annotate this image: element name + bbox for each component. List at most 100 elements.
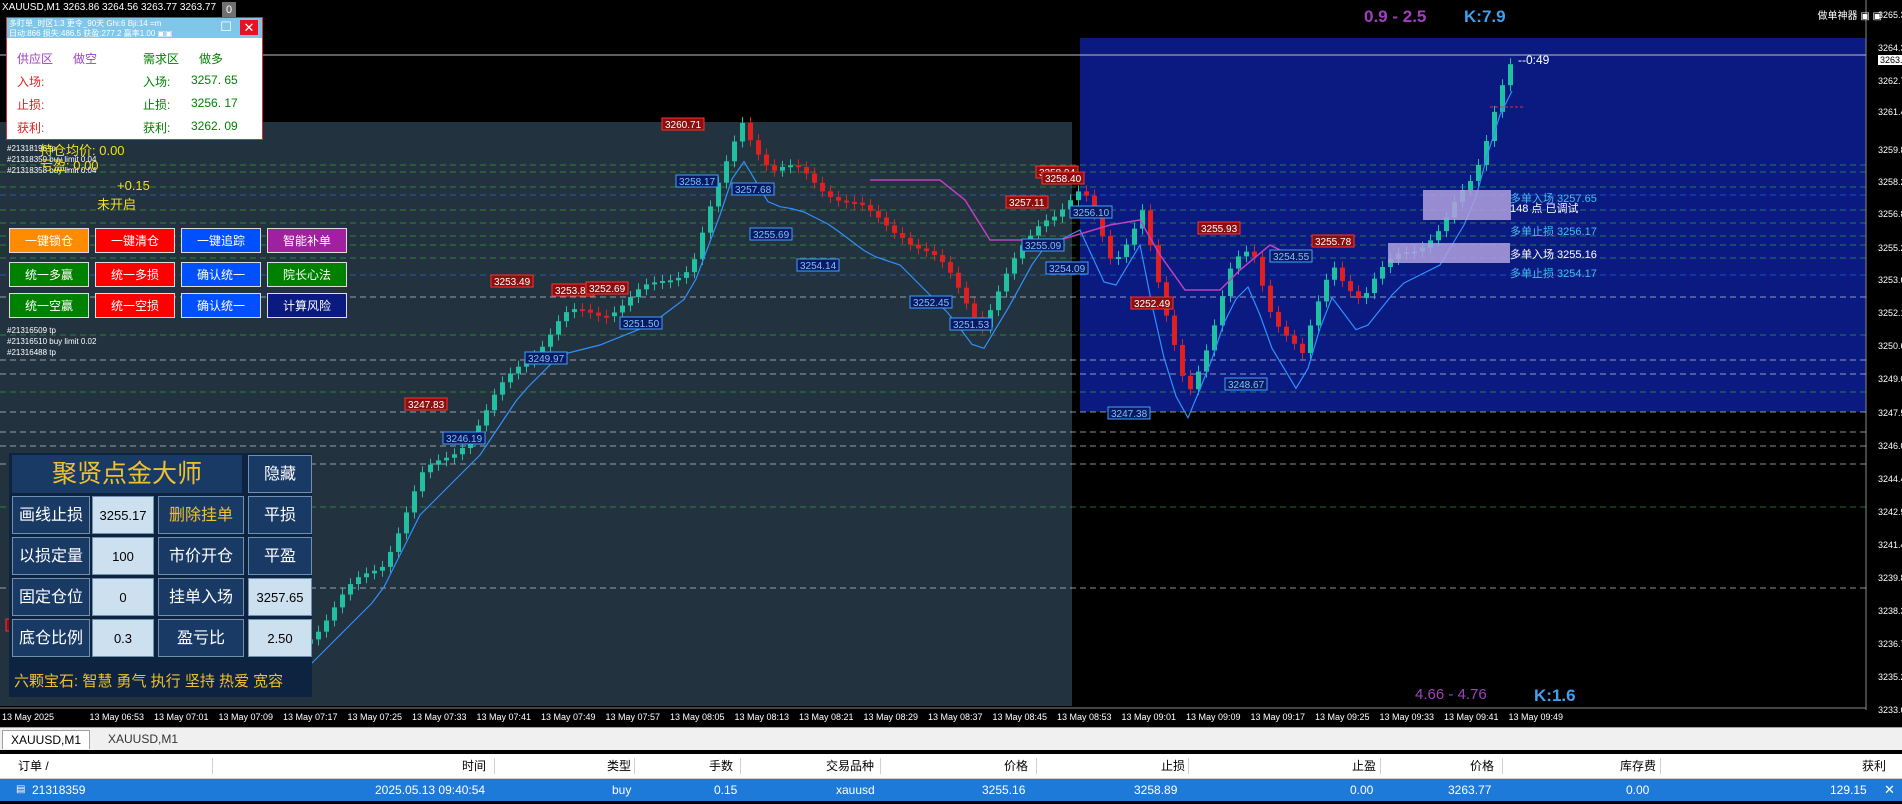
candle: [1500, 85, 1505, 112]
delete-pending-button[interactable]: 删除挂单: [158, 496, 244, 534]
price-tick-label: 3242.9: [1878, 507, 1902, 517]
six-gems-motto: 六颗宝石: 智慧 勇气 执行 坚持 热爱 宽容: [14, 673, 284, 690]
price-tick-label: 3255.2: [1878, 243, 1902, 253]
candle: [876, 210, 881, 218]
trail-all-button[interactable]: 一键追踪: [181, 228, 261, 253]
panel-titlebar[interactable]: 多盯单_时区1:3 更令_90天 Ghi:6 Bji:14 =m 日动:866 …: [7, 18, 262, 38]
col-swap[interactable]: 库存费: [1620, 754, 1656, 778]
tab-xauusd-m1[interactable]: XAUUSD,M1: [100, 730, 186, 748]
fixed-lot-input[interactable]: 0: [92, 578, 154, 616]
close-profit-button[interactable]: 平盈: [248, 537, 312, 575]
time-tick-label: 13 May 07:17: [283, 712, 338, 722]
order-id: 21318359: [32, 783, 86, 797]
breakeven-stop-button[interactable]: 平损: [248, 496, 312, 534]
close-all-button[interactable]: 一键清仓: [95, 228, 175, 253]
close-order-icon[interactable]: ✕: [1884, 779, 1895, 801]
col-time[interactable]: 时间: [462, 754, 486, 778]
candle: [1332, 267, 1337, 280]
blue-price-tag-text: 3255.09: [1025, 241, 1062, 252]
tab-xauusd-m1-active[interactable]: XAUUSD,M1: [2, 730, 91, 749]
order-swap: 0.00: [1626, 783, 1650, 797]
col-volume[interactable]: 手数: [709, 754, 733, 778]
col-current-price[interactable]: 价格: [1470, 754, 1494, 778]
candle: [1116, 256, 1121, 259]
hide-button[interactable]: 隐藏: [248, 455, 312, 493]
candle: [684, 272, 689, 278]
col-type[interactable]: 类型: [607, 754, 631, 778]
price-tick-label: 3264.3: [1878, 43, 1902, 53]
candle: [916, 244, 921, 249]
order-time: 2025.05.13 09:40:54: [375, 783, 486, 797]
long-stop-label-2: 多单止损 3254.17: [1510, 268, 1597, 280]
dean-method-button[interactable]: 院长心法: [267, 262, 347, 287]
short-header: 做空: [73, 52, 98, 66]
price-tick-label: 3261.4: [1878, 107, 1902, 117]
candle: [572, 309, 577, 313]
close-icon[interactable]: ✕: [240, 20, 258, 35]
candle: [548, 334, 553, 347]
blue-price-tag-text: 3254.55: [1273, 252, 1310, 263]
candle: [1476, 164, 1481, 181]
candle: [332, 607, 337, 621]
unify-short-tp-button[interactable]: 统一空赢: [9, 293, 89, 318]
candle: [708, 206, 713, 233]
col-profit[interactable]: 获利: [1862, 754, 1886, 778]
confirm-unify-button-2[interactable]: 确认统一: [181, 293, 261, 318]
blue-price-tag-text: 3251.50: [623, 319, 660, 330]
market-open-button[interactable]: 市价开仓: [158, 537, 244, 575]
calc-risk-button[interactable]: 计算风险: [267, 293, 347, 318]
table-row[interactable]: ▤ 21318359 2025.05.13 09:40:54 buy 0.15 …: [0, 779, 1902, 801]
risk-size-label: 以损定量: [12, 537, 90, 575]
candle: [780, 166, 785, 171]
pending-entry-input[interactable]: 3257.65: [248, 578, 312, 616]
candle: [1228, 268, 1233, 297]
candle: [1012, 258, 1017, 274]
chart-area[interactable]: 3260.713258.943258.403257.113255.933255.…: [0, 0, 1902, 726]
maximize-icon[interactable]: ☐: [218, 20, 234, 34]
time-tick-label: 13 May 07:25: [347, 712, 403, 722]
long-entry-value: 3257. 65: [191, 73, 238, 87]
price-tick-label: 3263.77: [1878, 55, 1902, 65]
line-stop-input[interactable]: 3255.17: [92, 496, 154, 534]
candle: [1084, 191, 1089, 196]
price-tick-label: 3244.4: [1878, 474, 1902, 484]
short-tp-label: 获利:: [17, 121, 45, 135]
candle: [692, 259, 697, 273]
candle: [316, 631, 321, 640]
blue-price-tag-text: 3251.53: [953, 320, 990, 331]
unify-short-sl-button[interactable]: 统一空损: [95, 293, 175, 318]
order-type: buy: [612, 783, 632, 797]
candle: [324, 620, 329, 632]
base-ratio-input[interactable]: 0.3: [92, 619, 154, 657]
col-tp[interactable]: 止盈: [1352, 754, 1376, 778]
lock-all-button[interactable]: 一键锁仓: [9, 228, 89, 253]
candle: [1132, 228, 1137, 245]
pending-entry-button[interactable]: 挂单入场: [158, 578, 244, 616]
col-sl[interactable]: 止损: [1161, 754, 1185, 778]
blue-price-tag-text: 3258.17: [679, 177, 716, 188]
smart-add-button[interactable]: 智能补单: [267, 228, 347, 253]
candle: [420, 472, 425, 492]
rr-ratio-input[interactable]: 2.50: [248, 619, 312, 657]
toolbox-label[interactable]: 做单神器 ▣ ▣: [1818, 7, 1882, 22]
candle: [1268, 285, 1273, 312]
unify-long-sl-button[interactable]: 统一多损: [95, 262, 175, 287]
order-profit: 129.15: [1830, 783, 1867, 797]
candle: [628, 297, 633, 306]
col-order[interactable]: 订单 /: [18, 754, 49, 778]
long-entry-label-2: 多单入场 3255.16: [1510, 249, 1597, 261]
long-stop-zone: [1388, 243, 1510, 263]
col-price[interactable]: 价格: [1004, 754, 1028, 778]
pnl: 亏盈: 0.00: [40, 158, 99, 173]
candle: [1284, 326, 1289, 336]
candle: [604, 315, 609, 318]
avg-price: 持仓均价: 0.00: [40, 143, 125, 158]
confirm-unify-button[interactable]: 确认统一: [181, 262, 261, 287]
unify-long-tp-button[interactable]: 统一多赢: [9, 262, 89, 287]
col-symbol[interactable]: 交易品种: [826, 754, 874, 778]
order-labels-lower: #21316509 tp #21316510 buy limit 0.02 #2…: [7, 325, 96, 358]
candle: [1348, 281, 1353, 292]
risk-size-input[interactable]: 100: [92, 537, 154, 575]
time-tick-label: 13 May 07:09: [218, 712, 274, 722]
long-tp-label: 获利:: [143, 121, 171, 135]
